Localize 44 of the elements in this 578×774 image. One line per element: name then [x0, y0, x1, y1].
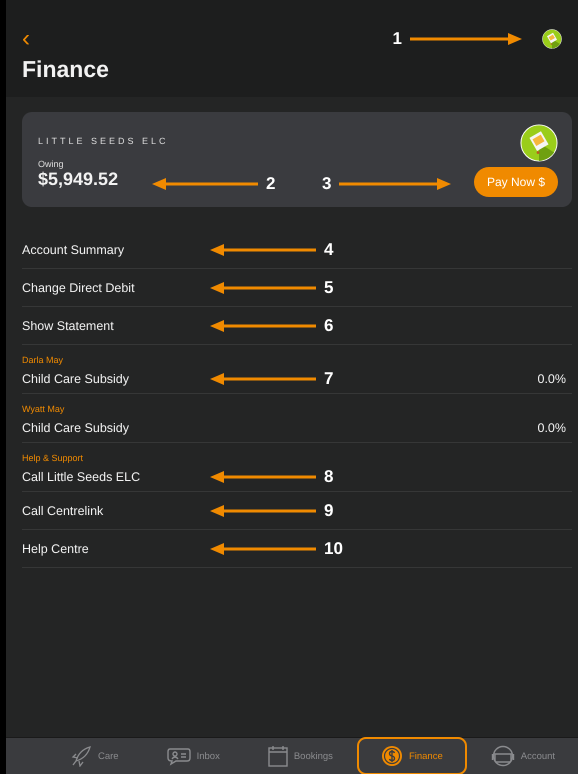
callout-number: 6: [324, 316, 334, 336]
item-label: Help Centre: [22, 542, 89, 556]
centre-name: LITTLE SEEDS ELC: [38, 136, 169, 146]
owing-amount: $5,949.52: [38, 169, 120, 190]
tab[interactable]: Finance: [356, 737, 467, 774]
chat-icon: [166, 746, 191, 766]
list-item[interactable]: Child Care Subsidy 0.0%: [22, 414, 572, 443]
list-item[interactable]: Account Summary 4: [22, 231, 572, 269]
item-label: Account Summary: [22, 242, 124, 256]
item-label: Child Care Subsidy: [22, 372, 129, 386]
callout-number: 8: [324, 467, 334, 487]
item-label: Call Little Seeds ELC: [22, 470, 140, 484]
dollar-coin-icon: [380, 745, 403, 767]
callout-number: 9: [324, 500, 334, 520]
helmet-icon: [490, 745, 515, 767]
back-button[interactable]: ‹: [22, 27, 30, 51]
callout-number: 2: [266, 174, 276, 194]
item-label: Show Statement: [22, 318, 114, 332]
seed-packet-avatar-icon: [520, 124, 558, 162]
callout-number: 5: [324, 278, 334, 298]
callout-number: 4: [324, 240, 334, 260]
list-item[interactable]: Show Statement 6: [22, 307, 572, 345]
item-label: Child Care Subsidy: [22, 421, 129, 435]
section-heading: Help & Support: [22, 452, 84, 463]
calendar-icon: [268, 745, 288, 767]
callout-number: 10: [324, 538, 343, 558]
callout-number: 7: [324, 369, 334, 389]
list-item[interactable]: Change Direct Debit 5: [22, 269, 572, 307]
section-heading: Wyatt May: [22, 403, 66, 414]
callout-number: 3: [322, 174, 332, 194]
page-title: Finance: [22, 56, 110, 83]
list-item[interactable]: Call Little Seeds ELC 8: [22, 463, 572, 492]
callout-number: 1: [392, 29, 402, 49]
seed-packet-avatar-icon: [542, 29, 562, 49]
list-item[interactable]: Call Centrelink 9: [22, 492, 572, 530]
subsidy-value: 0.0%: [538, 421, 566, 435]
list-item[interactable]: Help Centre 10: [22, 530, 572, 568]
item-label: Change Direct Debit: [22, 280, 135, 294]
rocket-icon: [70, 745, 92, 767]
owing-label: Owing: [38, 159, 65, 169]
subsidy-value: 0.0%: [538, 372, 566, 386]
item-label: Call Centrelink: [22, 504, 104, 518]
list-item[interactable]: Child Care Subsidy 7 0.0%: [22, 365, 572, 394]
section-heading: Darla May: [22, 354, 64, 365]
